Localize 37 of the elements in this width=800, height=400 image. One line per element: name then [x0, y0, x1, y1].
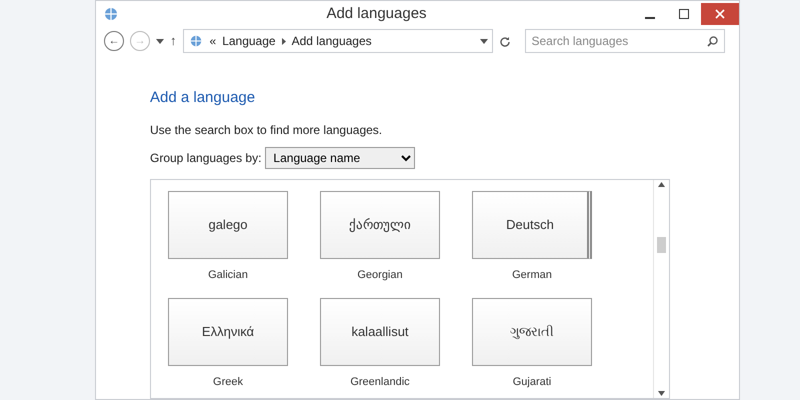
language-name: Galician — [207, 268, 249, 283]
address-field[interactable]: « Language Add languages — [182, 29, 492, 53]
scrollbar[interactable] — [653, 180, 669, 398]
close-icon — [715, 9, 725, 19]
group-by-dropdown[interactable]: Language name — [265, 147, 416, 169]
language-name: Greek — [212, 374, 244, 390]
hint-text: Use the search box to find more languages. — [150, 122, 384, 139]
scrollbar-thumb[interactable] — [657, 237, 666, 253]
language-tile[interactable]: Deutsch — [472, 191, 592, 259]
chevron-icon — [282, 38, 286, 44]
language-name: Gujarati — [512, 374, 552, 390]
close-button[interactable] — [701, 3, 739, 25]
language-tile[interactable]: Ελληνικά — [168, 298, 288, 366]
breadcrumb-item[interactable]: Language — [222, 32, 276, 50]
breadcrumb-item[interactable]: Add languages — [292, 32, 372, 50]
language-tile[interactable]: galego — [168, 191, 288, 259]
maximize-icon — [679, 9, 689, 19]
group-by-label: Group languages by: — [150, 150, 262, 167]
language-name: Georgian — [356, 268, 404, 283]
window-title: Add languages — [325, 4, 428, 24]
language-name: German — [511, 268, 553, 283]
language-tile[interactable]: ગુજરાતી — [472, 298, 592, 366]
search-field[interactable]: Search languages — [524, 29, 724, 53]
search-icon — [706, 36, 718, 47]
language-name: Greenlandic — [349, 374, 411, 390]
up-button[interactable]: ↑ — [170, 31, 176, 51]
globe-icon — [102, 6, 120, 22]
scroll-up-icon[interactable] — [658, 182, 665, 187]
caret-icon[interactable] — [480, 38, 488, 44]
back-button[interactable]: ← — [104, 31, 124, 51]
scroll-down-icon[interactable] — [658, 391, 665, 396]
section-heading: Add a language — [150, 89, 256, 107]
language-tile[interactable]: ქართული — [320, 191, 440, 259]
language-tile[interactable]: kalaallisut — [320, 298, 440, 366]
minimize-icon — [645, 17, 655, 19]
caret-icon[interactable] — [156, 38, 164, 44]
path-separator: « — [210, 33, 216, 50]
